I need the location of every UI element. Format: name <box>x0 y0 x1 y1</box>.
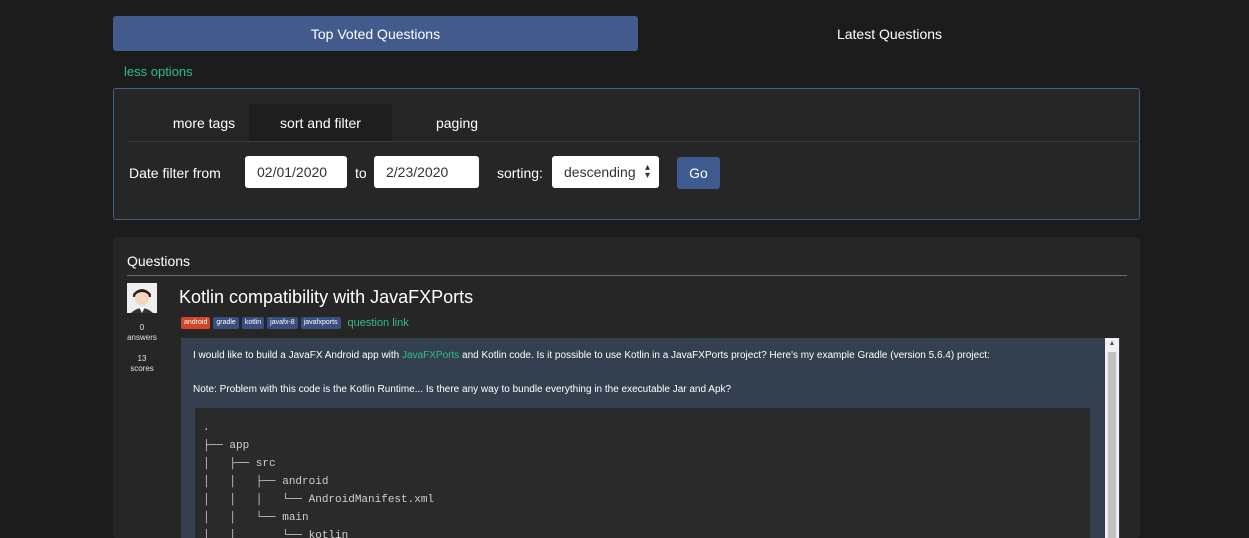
tag-gradle[interactable]: gradle <box>213 317 239 329</box>
questions-heading: Questions <box>127 253 191 269</box>
tab-latest-questions[interactable]: Latest Questions <box>638 16 1141 51</box>
date-to-input[interactable]: 2/23/2020 <box>374 156 479 188</box>
questions-panel: Questions 0 answers 13 scores Kotlin com… <box>113 237 1140 538</box>
less-options-link[interactable]: less options <box>124 64 193 79</box>
tag-kotlin[interactable]: kotlin <box>241 317 265 329</box>
code-block: . ├── app │ ├── src │ │ ├── android │ │ … <box>195 408 1090 538</box>
to-label: to <box>355 165 367 181</box>
answers-stat: 0 answers <box>127 323 157 343</box>
answers-count: 0 <box>139 323 145 332</box>
scroll-up-arrow-icon[interactable]: ▲ <box>1105 338 1119 350</box>
scores-label: scores <box>130 364 154 373</box>
tab-top-voted-questions[interactable]: Top Voted Questions <box>113 16 638 51</box>
question-body-line-1: I would like to build a JavaFX Android a… <box>193 350 990 361</box>
scrollbar-thumb[interactable] <box>1108 352 1116 538</box>
javafxports-link[interactable]: JavaFXPorts <box>402 350 459 361</box>
question-body: I would like to build a JavaFX Android a… <box>181 338 1120 538</box>
code-line: │ │ ├── android <box>203 476 329 488</box>
scores-stat: 13 scores <box>127 354 157 374</box>
tag-android[interactable]: android <box>181 317 211 329</box>
question-tags: android gradle kotlin javafx-8 javafxpor… <box>181 317 409 329</box>
tab-more-tags[interactable]: more tags <box>146 104 262 141</box>
code-line: │ ├── src <box>203 458 276 470</box>
options-panel: more tags sort and filter paging Date fi… <box>113 88 1140 220</box>
tab-paging[interactable]: paging <box>396 104 518 141</box>
tag-javafxports[interactable]: javafxports <box>300 317 341 329</box>
divider <box>127 275 1127 276</box>
code-line: │ │ └── kotlin <box>203 530 349 538</box>
question-link[interactable]: question link <box>348 317 409 329</box>
sorting-select-value: descending <box>564 164 636 180</box>
date-filter-label: Date filter from <box>129 165 221 181</box>
question-body-line-2: Note: Problem with this code is the Kotl… <box>193 384 732 395</box>
tab-sort-and-filter[interactable]: sort and filter <box>249 104 392 141</box>
answers-label: answers <box>127 333 157 342</box>
sorting-select[interactable]: descending ▴ ▾ <box>552 156 659 188</box>
go-button[interactable]: Go <box>677 157 720 189</box>
tag-javafx-8[interactable]: javafx-8 <box>267 317 298 329</box>
code-line: ├── app <box>203 440 250 452</box>
body-text: I would like to build a JavaFX Android a… <box>193 350 403 361</box>
app-shell: Top Voted Questions Latest Questions les… <box>0 0 1249 538</box>
sorting-label: sorting: <box>497 165 543 181</box>
body-text: and Kotlin code. Is it possible to use K… <box>459 350 990 361</box>
question-body-scrollbar[interactable]: ▲ <box>1105 338 1119 538</box>
avatar[interactable] <box>127 283 157 313</box>
options-tabs: more tags sort and filter paging <box>128 104 1140 142</box>
code-line: │ │ └── main <box>203 512 309 524</box>
scores-count: 13 <box>137 354 147 363</box>
chevron-up-down-icon: ▴ ▾ <box>644 162 650 181</box>
code-line: │ │ │ └── AndroidManifest.xml <box>203 494 435 506</box>
filter-row: Date filter from 02/01/2020 to 2/23/2020… <box>129 156 1129 190</box>
question-title[interactable]: Kotlin compatibility with JavaFXPorts <box>179 287 473 308</box>
date-from-input[interactable]: 02/01/2020 <box>245 156 347 188</box>
code-line: . <box>203 422 210 434</box>
